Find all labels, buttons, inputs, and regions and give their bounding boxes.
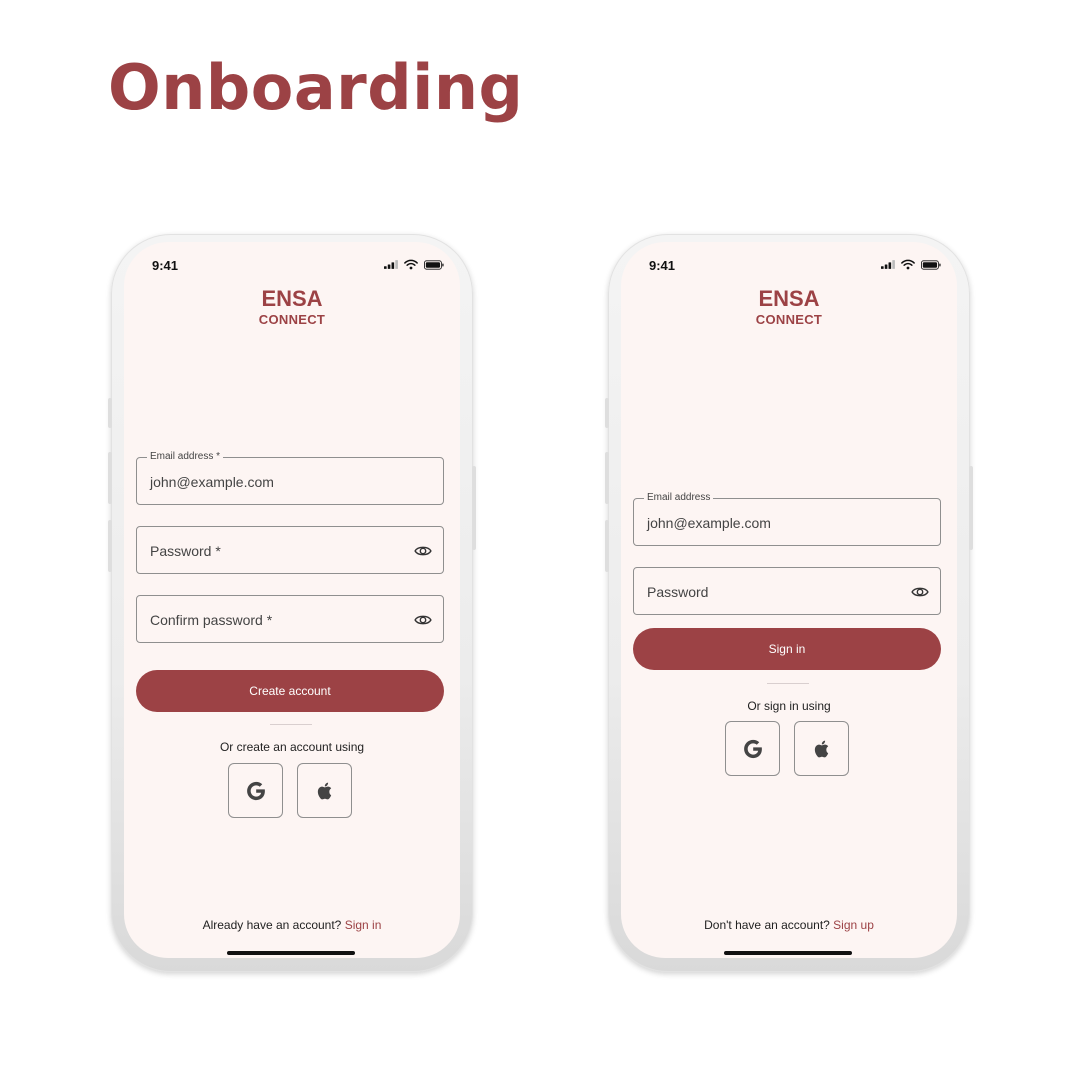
sign-in-link[interactable]: Sign in: [345, 918, 382, 932]
mute-switch: [108, 398, 112, 428]
battery-icon: [424, 260, 444, 270]
google-icon: [742, 738, 764, 760]
email-field-label: Email address *: [147, 451, 224, 463]
status-icons: [384, 259, 444, 270]
logo-main-text: ENSA: [758, 286, 820, 311]
confirm-password-field[interactable]: Confirm password *: [136, 595, 444, 643]
app-logo: ENSA CONNECT: [621, 287, 957, 329]
sign-in-button[interactable]: Sign in: [633, 628, 941, 670]
phone-signin: 9:41 ENSA CONNECT Email address john@exa…: [605, 234, 973, 972]
status-time: 9:41: [152, 258, 179, 273]
eye-icon[interactable]: [910, 583, 930, 601]
mute-switch: [605, 398, 609, 428]
sign-up-link[interactable]: Sign up: [833, 918, 874, 932]
confirm-password-placeholder: Confirm password *: [150, 612, 273, 628]
password-field[interactable]: Password: [633, 567, 941, 615]
signin-prompt-text: Already have an account?: [202, 918, 342, 932]
divider: [270, 724, 312, 725]
apple-icon: [812, 739, 832, 759]
alt-signup-text: Or create an account using: [219, 740, 365, 754]
volume-down-button: [108, 520, 112, 572]
google-signin-button[interactable]: [725, 721, 780, 776]
power-button: [472, 466, 476, 550]
logo-sub-text: CONNECT: [258, 312, 326, 327]
apple-signup-button[interactable]: [297, 763, 352, 818]
google-icon: [245, 780, 267, 802]
battery-icon: [921, 260, 941, 270]
logo-main-text: ENSA: [261, 286, 323, 311]
signup-prompt: Don't have an account? Sign up: [621, 918, 957, 932]
password-field-placeholder: Password: [647, 584, 709, 600]
status-icons: [881, 259, 941, 270]
app-logo: ENSA CONNECT: [124, 287, 460, 329]
password-field[interactable]: Password *: [136, 526, 444, 574]
home-indicator: [227, 951, 355, 955]
email-field-label: Email address: [644, 492, 714, 504]
email-field[interactable]: Email address * john@example.com: [136, 451, 444, 505]
status-time: 9:41: [649, 258, 676, 273]
power-button: [969, 466, 973, 550]
wifi-icon: [901, 259, 915, 270]
signin-screen: 9:41 ENSA CONNECT Email address john@exa…: [621, 242, 957, 958]
logo-sub-text: CONNECT: [755, 312, 823, 327]
wifi-icon: [404, 259, 418, 270]
signal-icon: [881, 260, 895, 269]
eye-icon[interactable]: [413, 611, 433, 629]
create-account-button[interactable]: Create account: [136, 670, 444, 712]
signin-prompt: Already have an account? Sign in: [124, 918, 460, 932]
divider: [767, 683, 809, 684]
email-field-value: john@example.com: [647, 515, 771, 531]
volume-up-button: [108, 452, 112, 504]
email-field[interactable]: Email address john@example.com: [633, 492, 941, 546]
apple-signin-button[interactable]: [794, 721, 849, 776]
email-field-value: john@example.com: [150, 474, 274, 490]
alt-signin-text: Or sign in using: [747, 699, 831, 713]
phone-signup: 9:41 ENSA CONNECT Email address * john@e…: [108, 234, 476, 972]
home-indicator: [724, 951, 852, 955]
volume-up-button: [605, 452, 609, 504]
signup-prompt-text: Don't have an account?: [704, 918, 830, 932]
page-title: Onboarding: [108, 51, 524, 124]
signup-screen: 9:41 ENSA CONNECT Email address * john@e…: [124, 242, 460, 958]
eye-icon[interactable]: [413, 542, 433, 560]
signal-icon: [384, 260, 398, 269]
password-field-placeholder: Password *: [150, 543, 221, 559]
google-signup-button[interactable]: [228, 763, 283, 818]
apple-icon: [315, 781, 335, 801]
volume-down-button: [605, 520, 609, 572]
